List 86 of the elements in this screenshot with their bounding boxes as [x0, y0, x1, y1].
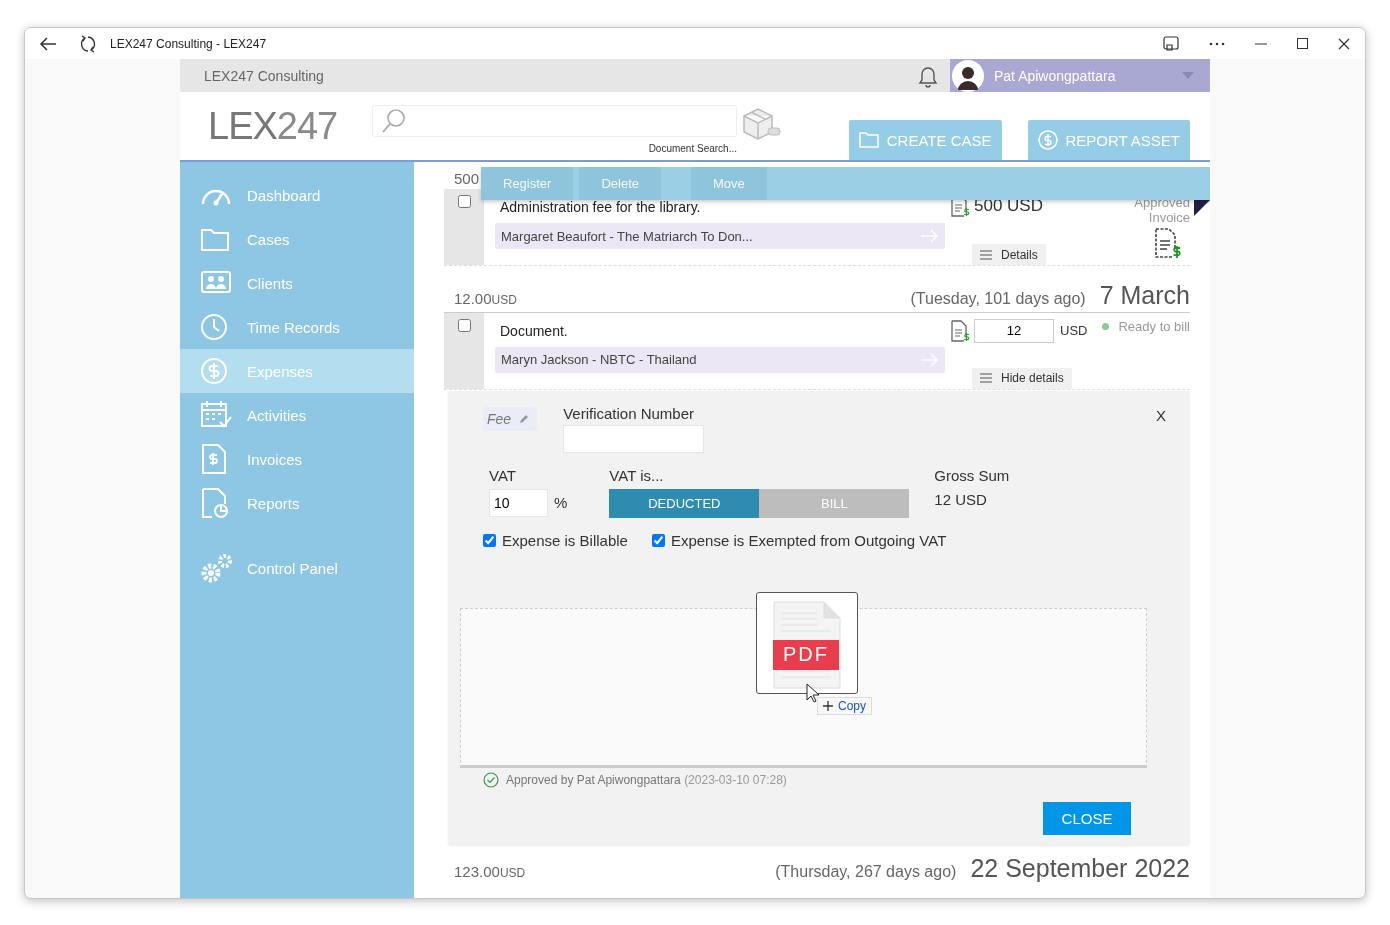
field-label: Gross Sum — [934, 466, 1010, 484]
back-arrow-icon[interactable] — [39, 36, 57, 51]
clock-icon — [200, 313, 228, 341]
close-button[interactable]: CLOSE — [1043, 801, 1131, 835]
checkbox-label: Expense is Exempted from Outgoing VAT — [670, 531, 947, 549]
report-asset-button[interactable]: REPORT ASSET — [1027, 120, 1190, 160]
caret-icon — [1182, 72, 1194, 79]
refresh-icon[interactable] — [79, 34, 97, 53]
create-case-button[interactable]: CREATE CASE — [848, 120, 1002, 160]
invoice-document-icon — [1152, 227, 1182, 259]
checkbox[interactable] — [457, 195, 471, 208]
day-label: (Thursday, 267 days ago) — [775, 862, 957, 881]
invoice-icon — [200, 443, 228, 475]
expense-description: Document. — [500, 322, 569, 339]
pencil-icon — [519, 413, 530, 424]
expense-description: Administration fee for the library. — [500, 199, 702, 215]
group-amount: 12.00USD — [454, 290, 517, 307]
currency-label: USD — [1060, 323, 1088, 338]
sidebar-item[interactable]: Time Records — [180, 305, 414, 349]
sidebar-item[interactable]: Control Panel — [180, 546, 414, 590]
pdf-label: PDF — [773, 639, 839, 670]
group-amount: 123.00USD — [454, 862, 526, 880]
dollar-circle-icon — [1037, 130, 1058, 150]
search-icon — [381, 108, 407, 134]
status-label: Ready to bill — [1118, 318, 1190, 334]
approval-text: Approved by Pat Apiwongpattara (2023-03-10 07:28) — [506, 772, 787, 787]
search-caption: Document Search... — [648, 143, 737, 154]
logo: LEX247 — [208, 104, 339, 148]
field-label: VAT is... — [609, 466, 665, 484]
gross-sum-value: 12 USD — [934, 490, 988, 508]
search-field[interactable] — [372, 105, 737, 137]
menu-icon — [980, 373, 992, 383]
sidebar-item[interactable]: Dashboard — [180, 173, 414, 217]
window-title: LEX247 Consulting - LEX247 — [110, 36, 267, 51]
menu-icon — [980, 249, 992, 260]
checkbox[interactable] — [457, 318, 471, 332]
receipt-dollar-icon — [950, 319, 970, 342]
user-menu[interactable]: Pat Apiwongpattara — [950, 59, 1210, 92]
folder-icon — [200, 226, 230, 252]
group-amount: 500 — [454, 170, 480, 187]
details-button[interactable]: Hide details — [972, 367, 1072, 389]
report-chart-icon — [200, 487, 230, 519]
status-label: Approved — [1134, 195, 1190, 210]
screen-cast-icon[interactable] — [1163, 35, 1179, 52]
drop-zone[interactable] — [460, 607, 1147, 768]
verification-number-field[interactable] — [563, 424, 705, 453]
date-heading: 22 September 2022 — [970, 854, 1190, 882]
toggle-option[interactable]: BILL — [759, 488, 910, 518]
close-panel-button[interactable]: X — [1156, 406, 1166, 424]
check-circle-icon — [483, 771, 499, 788]
corner-flag-icon — [1194, 200, 1210, 216]
checkbox[interactable] — [651, 533, 665, 547]
folder-icon — [858, 132, 879, 148]
date-heading: 7 March — [1099, 282, 1190, 310]
maximize-icon[interactable] — [1297, 38, 1308, 49]
checkbox-label: Expense is Billable — [502, 531, 628, 549]
minimize-icon[interactable] — [1255, 42, 1267, 45]
calendar-icon — [200, 400, 232, 430]
close-icon[interactable] — [1338, 37, 1350, 50]
gears-icon — [200, 552, 234, 584]
toggle-option[interactable]: DEDUCTED — [609, 488, 760, 518]
day-label: (Tuesday, 101 days ago) — [910, 290, 1086, 308]
vat-field[interactable]: 10 — [489, 488, 548, 517]
sidebar-item[interactable]: Expenses — [180, 349, 414, 393]
arrow-right-icon — [921, 352, 939, 367]
amount-field[interactable]: 12 — [974, 318, 1054, 343]
percent-label: % — [554, 494, 568, 511]
field-label: Verification Number — [563, 404, 696, 422]
more-options-icon[interactable] — [1209, 41, 1225, 46]
plus-icon — [823, 700, 833, 711]
details-button[interactable]: Details — [972, 244, 1046, 265]
status-label: Invoice — [1148, 210, 1190, 225]
sidebar-item[interactable]: Cases — [180, 217, 414, 261]
matter-link[interactable]: Maryn Jackson - NBTC - Thailand — [495, 346, 945, 373]
checkbox[interactable] — [483, 533, 496, 547]
cursor-icon — [806, 682, 820, 703]
matter-link[interactable]: Margaret Beaufort - The Matriarch To Don... — [495, 223, 945, 249]
dollar-circle-icon — [200, 357, 228, 385]
organization-name: LEX247 Consulting — [204, 67, 324, 84]
sidebar-item[interactable]: Invoices — [180, 437, 414, 481]
field-label: VAT — [489, 466, 517, 484]
sidebar-item[interactable]: Reports — [180, 481, 414, 525]
sidebar-item[interactable]: Clients — [180, 261, 414, 305]
sidebar-item[interactable]: Activities — [180, 393, 414, 437]
arrow-right-icon — [921, 229, 939, 243]
category-chip[interactable]: Fee — [483, 406, 538, 431]
